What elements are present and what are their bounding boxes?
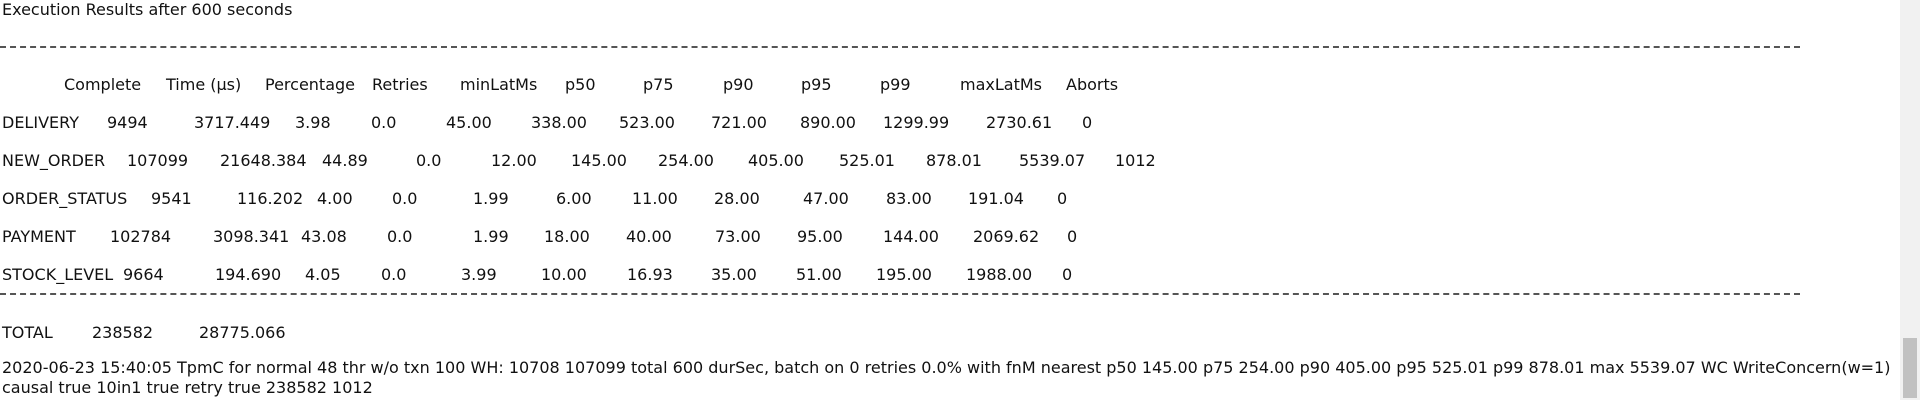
complete-cell: 9541 (151, 189, 192, 208)
complete-cell: 9664 (123, 265, 164, 284)
p99-cell: 83.00 (886, 189, 932, 208)
row-label: ORDER_STATUS (2, 189, 128, 208)
p75-cell: 11.00 (632, 189, 678, 208)
scrollbar-thumb[interactable] (1903, 338, 1917, 398)
p99-cell: 1299.99 (883, 113, 950, 132)
percentage-cell: 4.00 (317, 189, 353, 208)
percentage-cell: 43.08 (301, 227, 347, 246)
row-label: PAYMENT (2, 227, 76, 246)
total-label: TOTAL (2, 323, 53, 342)
aborts-cell: 0 (1062, 265, 1073, 284)
retries-cell: 0.0 (416, 151, 442, 170)
aborts-cell: 0 (1067, 227, 1078, 246)
results-title: Execution Results after 600 seconds (2, 0, 293, 19)
p90-cell: 405.00 (748, 151, 804, 170)
row-label: NEW_ORDER (2, 151, 106, 170)
header-retries: Retries (372, 75, 428, 94)
row-label: DELIVERY (2, 113, 79, 132)
complete-cell: 107099 (127, 151, 189, 170)
p99-cell: 878.01 (926, 151, 982, 170)
aborts-cell: 0 (1082, 113, 1093, 132)
total-count: 238582 (92, 323, 154, 342)
maxlatms-cell: 191.04 (968, 189, 1024, 208)
header-p99: p99 (880, 75, 911, 94)
p90-cell: 721.00 (711, 113, 767, 132)
results-page: Execution Results after 600 seconds Comp… (0, 0, 1900, 400)
time-cell: 116.202 (237, 189, 304, 208)
p95-cell: 525.01 (839, 151, 895, 170)
header-p95: p95 (801, 75, 832, 94)
header-p90: p90 (723, 75, 754, 94)
p90-cell: 73.00 (715, 227, 761, 246)
p50-cell: 18.00 (544, 227, 590, 246)
minlatms-cell: 45.00 (446, 113, 492, 132)
divider-top (0, 46, 1800, 48)
time-cell: 194.690 (215, 265, 282, 284)
summary-text: 2020-06-23 15:40:05 TpmC for normal 48 t… (2, 358, 1891, 397)
p50-cell: 338.00 (531, 113, 587, 132)
minlatms-cell: 1.99 (473, 227, 509, 246)
p50-cell: 145.00 (571, 151, 627, 170)
row-label: STOCK_LEVEL (2, 265, 114, 284)
percentage-cell: 3.98 (295, 113, 331, 132)
p75-cell: 254.00 (658, 151, 714, 170)
retries-cell: 0.0 (381, 265, 407, 284)
header-complete: Complete (64, 75, 142, 94)
p95-cell: 51.00 (796, 265, 842, 284)
divider-bottom (0, 293, 1800, 295)
minlatms-cell: 1.99 (473, 189, 509, 208)
header-time: Time (µs) (166, 75, 242, 94)
p90-cell: 28.00 (714, 189, 760, 208)
complete-cell: 102784 (110, 227, 172, 246)
maxlatms-cell: 2069.62 (973, 227, 1040, 246)
p90-cell: 35.00 (711, 265, 757, 284)
p95-cell: 95.00 (797, 227, 843, 246)
percentage-cell: 44.89 (322, 151, 368, 170)
vertical-scrollbar[interactable] (1900, 0, 1920, 400)
p75-cell: 523.00 (619, 113, 675, 132)
aborts-cell: 1012 (1115, 151, 1156, 170)
maxlatms-cell: 1988.00 (966, 265, 1033, 284)
total-time: 28775.066 (199, 323, 286, 342)
header-aborts: Aborts (1066, 75, 1119, 94)
header-percentage: Percentage (265, 75, 356, 94)
header-minlatms: minLatMs (460, 75, 538, 94)
p50-cell: 10.00 (541, 265, 587, 284)
p50-cell: 6.00 (556, 189, 592, 208)
p99-cell: 195.00 (876, 265, 932, 284)
time-cell: 21648.384 (220, 151, 307, 170)
retries-cell: 0.0 (371, 113, 397, 132)
retries-cell: 0.0 (387, 227, 413, 246)
maxlatms-cell: 2730.61 (986, 113, 1053, 132)
time-cell: 3098.341 (213, 227, 290, 246)
header-maxlatms: maxLatMs (960, 75, 1042, 94)
p75-cell: 16.93 (627, 265, 673, 284)
p99-cell: 144.00 (883, 227, 939, 246)
minlatms-cell: 12.00 (491, 151, 537, 170)
maxlatms-cell: 5539.07 (1019, 151, 1086, 170)
aborts-cell: 0 (1057, 189, 1068, 208)
p95-cell: 890.00 (800, 113, 856, 132)
header-p50: p50 (565, 75, 596, 94)
retries-cell: 0.0 (392, 189, 418, 208)
p75-cell: 40.00 (626, 227, 672, 246)
header-p75: p75 (643, 75, 674, 94)
complete-cell: 9494 (107, 113, 148, 132)
percentage-cell: 4.05 (305, 265, 341, 284)
time-cell: 3717.449 (194, 113, 271, 132)
minlatms-cell: 3.99 (461, 265, 497, 284)
p95-cell: 47.00 (803, 189, 849, 208)
